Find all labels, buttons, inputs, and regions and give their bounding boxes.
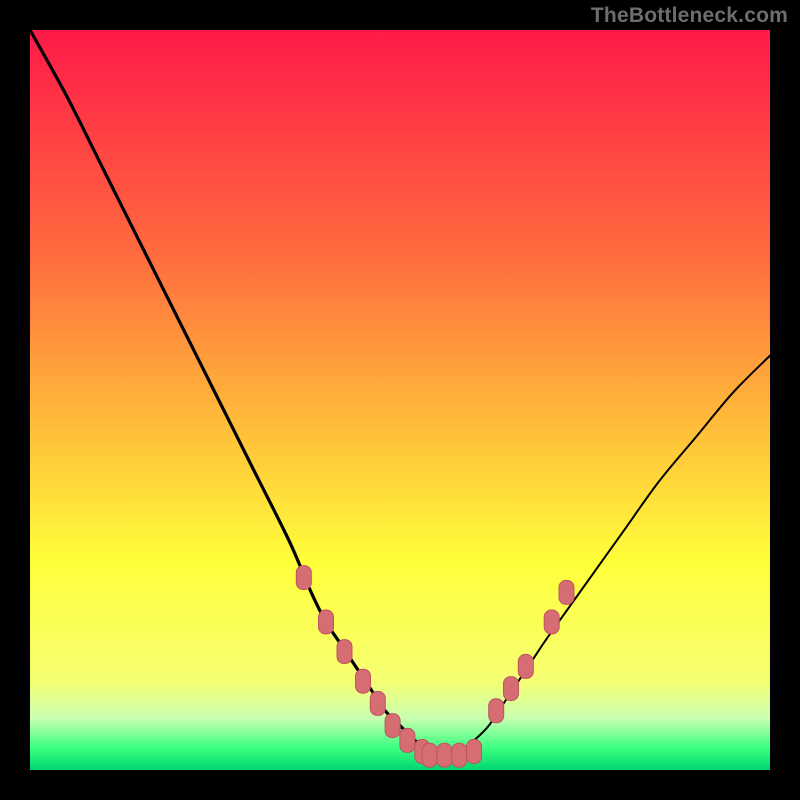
data-marker [370, 691, 385, 715]
data-marker [337, 640, 352, 664]
data-marker [544, 610, 559, 634]
data-marker [319, 610, 334, 634]
curve-right-branch [444, 356, 770, 756]
data-marker [400, 728, 415, 752]
watermark-text: TheBottleneck.com [591, 4, 788, 28]
data-marker [489, 699, 504, 723]
data-marker [437, 743, 452, 767]
data-marker [452, 743, 467, 767]
data-marker [296, 566, 311, 590]
data-marker [504, 677, 519, 701]
data-marker [559, 580, 574, 604]
chart-stage: TheBottleneck.com [0, 0, 800, 800]
data-marker [422, 743, 437, 767]
chart-curves [30, 30, 770, 770]
curve-left-branch [30, 30, 444, 755]
data-marker [518, 654, 533, 678]
data-marker [356, 669, 371, 693]
data-marker [385, 714, 400, 738]
data-markers [296, 566, 574, 768]
plot-area [30, 30, 770, 770]
data-marker [467, 740, 482, 764]
